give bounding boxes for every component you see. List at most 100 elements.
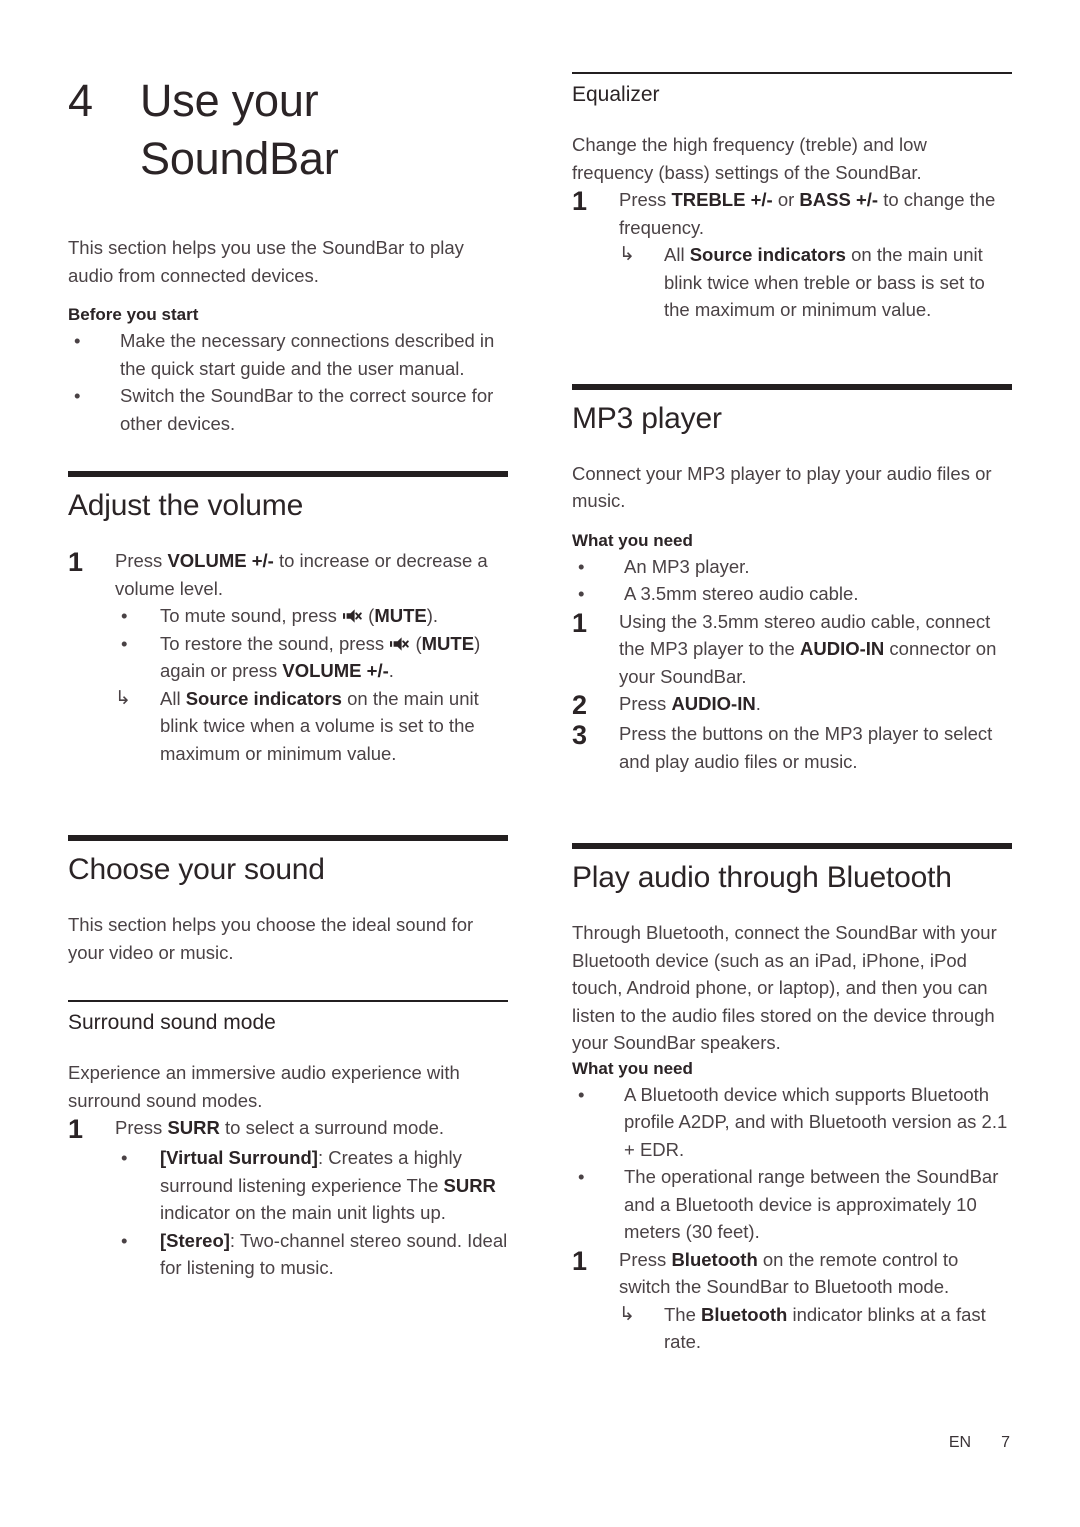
step-number: 1 — [68, 547, 84, 577]
step-number: 2 — [572, 690, 588, 720]
list-item-label: [Virtual Surround]: Creates a highly sur… — [160, 1144, 508, 1227]
note-item: ↳ All Source indicators on the main unit… — [619, 241, 1012, 324]
step-item: 1 Press SURR to select a surround mode. — [68, 1114, 508, 1144]
list-item-label: Make the necessary connections described… — [120, 330, 495, 379]
chapter-heading: 4 Use your SoundBar — [68, 72, 508, 188]
list-item-label: Switch the SoundBar to the correct sourc… — [120, 385, 494, 434]
adjust-volume-heading: Adjust the volume — [68, 489, 304, 522]
manual-page: 4 Use your SoundBar This section helps y… — [0, 0, 1080, 1527]
bullet-icon: • — [121, 632, 128, 654]
step-text-b: . — [755, 693, 761, 714]
bullet-bold-c: VOLUME +/- — [282, 660, 389, 681]
bullet-bold-a: [Virtual Surround] — [160, 1147, 318, 1168]
subsection-rule — [572, 72, 1012, 74]
step-text: Press Bluetooth on the remote control to… — [619, 1246, 1012, 1301]
note-text-a: All — [160, 687, 186, 709]
note-text: The Bluetooth indicator blinks at a fast… — [664, 1301, 1012, 1356]
list-item-label: To restore the sound, press (MUTE) again… — [160, 630, 508, 685]
note-bold-a: Bluetooth — [701, 1303, 788, 1325]
bullet-icon: • — [74, 385, 81, 406]
bullet-icon: • — [578, 555, 585, 577]
surround-bullets: • [Virtual Surround]: Creates a highly s… — [115, 1144, 508, 1282]
section-rule — [572, 383, 1012, 390]
bluetooth-heading: Play audio through Bluetooth — [572, 861, 952, 894]
bullet-bold-b: MUTE — [374, 605, 427, 626]
arrow-hook-icon: ↳ — [115, 687, 131, 709]
list-item: • A 3.5mm stereo audio cable. — [572, 580, 1012, 608]
mp3-player-paragraph: Connect your MP3 player to play your aud… — [572, 462, 992, 512]
intro-paragraph: This section helps you use the SoundBar … — [68, 237, 464, 286]
bluetooth-what-you-need-list: • A Bluetooth device which supports Blue… — [572, 1081, 1012, 1246]
list-item: • The operational range between the Soun… — [572, 1163, 1012, 1246]
step-bold-a: Bluetooth — [671, 1248, 758, 1270]
list-item: • [Stereo]: Two-channel stereo sound. Id… — [115, 1227, 508, 1282]
section-rule — [572, 843, 1012, 849]
step-bold-a: SURR — [167, 1117, 220, 1138]
bullet-text-c: ). — [426, 605, 439, 626]
chapter-number: 4 — [68, 75, 94, 126]
arrow-hook-icon: ↳ — [619, 1303, 635, 1325]
list-item: • A Bluetooth device which supports Blue… — [572, 1081, 1012, 1164]
section-rule — [68, 835, 508, 841]
step-text: Using the 3.5mm stereo audio cable, conn… — [619, 608, 1012, 691]
step-number: 1 — [572, 1245, 588, 1276]
note-text-a: The — [664, 1303, 702, 1325]
right-column: Equalizer Change the high frequency (tre… — [572, 0, 1012, 1356]
step-item: 3 Press the buttons on the MP3 player to… — [572, 720, 1012, 775]
subsection-rule — [68, 1000, 508, 1002]
step-text-b: or — [772, 189, 800, 210]
list-item-label: [Stereo]: Two-channel stereo sound. Idea… — [160, 1227, 508, 1282]
step-text: Press AUDIO-IN. — [619, 690, 1012, 718]
step-bold-a: AUDIO-IN — [671, 693, 756, 714]
mp3-what-you-need-heading: What you need — [572, 530, 693, 550]
before-you-start-list: • Make the necessary connections describ… — [68, 327, 508, 437]
surround-mode-heading: Surround sound mode — [68, 1011, 276, 1034]
list-item: • An MP3 player. — [572, 553, 1012, 581]
list-item-label: A Bluetooth device which supports Blueto… — [624, 1083, 1008, 1160]
note-text: All Source indicators on the main unit b… — [160, 685, 508, 768]
step-bold-a: TREBLE +/- — [671, 189, 773, 210]
bullet-text-b: ( — [410, 632, 422, 654]
step-item: 1 Press VOLUME +/- to increase or decrea… — [68, 547, 508, 602]
footer-language: EN — [948, 1434, 972, 1451]
bluetooth-paragraph: Through Bluetooth, connect the SoundBar … — [572, 922, 997, 1053]
step-item: 2 Press AUDIO-IN. — [572, 690, 1012, 720]
step-bold-b: BASS +/- — [799, 189, 879, 210]
bullet-bold-b: MUTE — [421, 632, 475, 654]
bluetooth-note-wrap: ↳ The Bluetooth indicator blinks at a fa… — [619, 1301, 1012, 1356]
step-number: 3 — [572, 720, 588, 750]
chapter-title-line1: Use your — [140, 75, 319, 126]
list-item: • [Virtual Surround]: Creates a highly s… — [115, 1144, 508, 1227]
note-bold-a: Source indicators — [185, 687, 342, 709]
bullet-icon: • — [121, 1147, 128, 1168]
bullet-bold-b: SURR — [443, 1174, 496, 1196]
step-text-a: Press — [619, 1248, 672, 1270]
list-item-label: To mute sound, press (MUTE). — [160, 602, 508, 630]
choose-sound-heading: Choose your sound — [68, 853, 325, 886]
step-bold-a: VOLUME +/- — [167, 550, 274, 571]
bullet-icon: • — [578, 1166, 585, 1187]
volume-bullets: • To mute sound, press (MUTE). • To rest… — [115, 602, 508, 767]
list-item: • To mute sound, press (MUTE). — [115, 602, 508, 630]
note-text: All Source indicators on the main unit b… — [664, 241, 1012, 324]
note-text-a: All — [664, 244, 690, 265]
list-item-label: An MP3 player. — [624, 555, 750, 577]
bullet-icon: • — [578, 583, 585, 604]
step-item: 1 Press Bluetooth on the remote control … — [572, 1246, 1012, 1301]
choose-sound-paragraph: This section helps you choose the ideal … — [68, 914, 474, 963]
bullet-bold-a: [Stereo] — [160, 1229, 230, 1251]
mute-icon — [390, 636, 410, 651]
step-text-a: Press — [619, 693, 672, 714]
bullet-icon: • — [74, 330, 81, 351]
bullet-text-a: To mute sound, press — [160, 605, 343, 626]
step-item: 1 Using the 3.5mm stereo audio cable, co… — [572, 608, 1012, 691]
chapter-title: Use your SoundBar — [140, 72, 339, 188]
note-item: ↳ All Source indicators on the main unit… — [115, 685, 508, 768]
bullet-text-a: To restore the sound, press — [160, 632, 390, 654]
mute-icon — [343, 609, 362, 623]
step-text: Press VOLUME +/- to increase or decrease… — [115, 547, 508, 602]
footer-page-number: 7 — [1001, 1434, 1010, 1451]
step-number: 1 — [572, 186, 588, 216]
step-text-a: Press — [115, 550, 168, 571]
step-item: 1 Press TREBLE +/- or BASS +/- to change… — [572, 186, 1012, 241]
